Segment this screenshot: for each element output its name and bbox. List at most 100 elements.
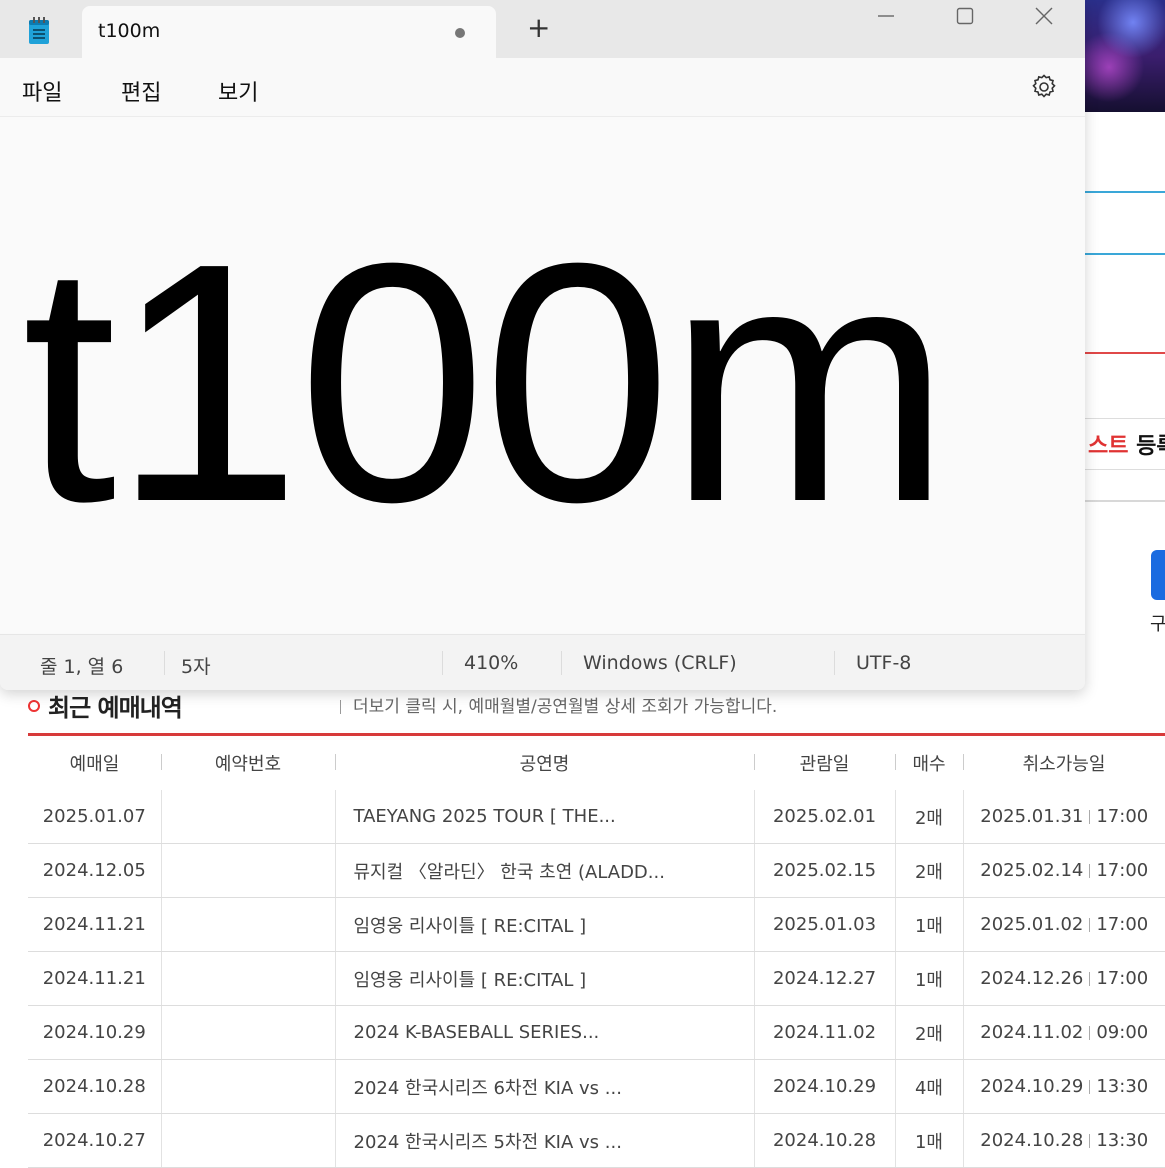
view-date: 2025.02.15 xyxy=(753,843,895,898)
cancel-date: 2025.01.02 xyxy=(980,914,1084,935)
ticket-count: 4매 xyxy=(894,1059,963,1114)
divider xyxy=(1085,352,1165,354)
table-row[interactable]: 2025.01.07 TAEYANG 2025 TOUR [ THE... 20… xyxy=(28,790,1165,844)
register-link-red: 스트 xyxy=(1088,434,1129,459)
settings-gear-icon[interactable] xyxy=(1029,72,1059,102)
blue-button-caption: 구 xyxy=(1150,614,1165,635)
table-row[interactable]: 2024.12.05 뮤지컬 〈알라딘〉 한국 초연 (ALADD... 202… xyxy=(28,843,1165,898)
show-name-link[interactable]: 2024 한국시리즈 6차전 KIA vs ... xyxy=(334,1059,754,1114)
table-row[interactable]: 2024.10.28 2024 한국시리즈 6차전 KIA vs ... 202… xyxy=(28,1059,1165,1114)
maximize-button[interactable] xyxy=(925,0,1005,32)
booked-date: 2024.10.29 xyxy=(28,1005,161,1060)
editor-content[interactable]: t100m xyxy=(22,213,951,553)
table-row[interactable]: 2024.11.21 임영웅 리사이틀 [ RE:CITAL ] 2025.01… xyxy=(28,897,1165,952)
reservation-number[interactable] xyxy=(160,951,335,1006)
show-name-link[interactable]: 임영웅 리사이틀 [ RE:CITAL ] xyxy=(334,897,754,952)
cancel-time: 13:30 xyxy=(1096,1130,1149,1151)
cursor-position[interactable]: 줄 1, 열 6 xyxy=(40,652,123,679)
line-ending[interactable]: Windows (CRLF) xyxy=(583,652,737,674)
booking-history-table: 예매일 예약번호 공연명 관람일 매수 취소가능일 2025.01.07 TAE… xyxy=(28,733,1165,1168)
header-cancel-deadline: 취소가능일 xyxy=(963,734,1165,790)
header-count: 매수 xyxy=(895,734,963,790)
ticket-count: 2매 xyxy=(894,843,963,898)
bullet-icon xyxy=(28,699,40,712)
cancel-deadline: 2025.02.14 17:00 xyxy=(962,843,1165,898)
recent-bookings-heading: 최근 예매내역 xyxy=(28,688,183,723)
status-divider xyxy=(561,651,562,675)
reservation-number[interactable] xyxy=(160,1059,335,1114)
show-name-link[interactable]: 2024 한국시리즈 5차전 KIA vs ... xyxy=(334,1113,754,1168)
notepad-app-icon xyxy=(29,17,49,44)
reservation-number[interactable] xyxy=(160,897,335,952)
minimize-icon xyxy=(878,15,894,17)
view-date: 2025.01.03 xyxy=(753,897,895,952)
separator xyxy=(1089,972,1091,986)
cancel-date: 2025.02.14 xyxy=(980,860,1084,881)
status-divider xyxy=(834,651,835,675)
tab-title: t100m xyxy=(98,20,161,42)
status-divider xyxy=(442,651,443,675)
cancel-time: 09:00 xyxy=(1096,1022,1149,1043)
table-header-row: 예매일 예약번호 공연명 관람일 매수 취소가능일 xyxy=(28,734,1165,790)
blue-action-button[interactable] xyxy=(1151,550,1165,600)
separator xyxy=(1089,1134,1091,1148)
cancel-deadline: 2024.10.29 13:30 xyxy=(962,1059,1165,1114)
zoom-level[interactable]: 410% xyxy=(464,652,518,674)
header-reservation-no: 예약번호 xyxy=(161,734,335,790)
title-bar[interactable]: t100m + xyxy=(0,0,1085,58)
show-name-link[interactable]: 임영웅 리사이틀 [ RE:CITAL ] xyxy=(334,951,754,1006)
text-editor-area[interactable]: t100m xyxy=(0,117,1085,633)
booked-date: 2024.10.27 xyxy=(28,1113,161,1168)
reservation-number[interactable] xyxy=(160,1113,335,1168)
reservation-number[interactable] xyxy=(160,790,335,844)
separator xyxy=(1089,864,1091,878)
ticket-count: 2매 xyxy=(894,790,963,844)
new-tab-button[interactable]: + xyxy=(527,14,550,42)
menu-edit[interactable]: 편집 xyxy=(121,75,161,107)
cancel-date: 2025.01.31 xyxy=(980,806,1084,827)
character-count: 5자 xyxy=(181,656,211,678)
cancel-deadline: 2025.01.31 17:00 xyxy=(962,790,1165,844)
header-view-date: 관람일 xyxy=(754,734,895,790)
table-row[interactable]: 2024.10.29 2024 K-BASEBALL SERIES... 202… xyxy=(28,1005,1165,1060)
ticket-count: 1매 xyxy=(894,951,963,1006)
header-show-name: 공연명 xyxy=(335,734,754,790)
cancel-deadline: 2024.11.02 09:00 xyxy=(962,1005,1165,1060)
concert-banner-image[interactable] xyxy=(1085,0,1165,112)
show-name-link[interactable]: TAEYANG 2025 TOUR [ THE... xyxy=(334,790,754,844)
cancel-date: 2024.11.02 xyxy=(980,1022,1084,1043)
table-row[interactable]: 2024.10.27 2024 한국시리즈 5차전 KIA vs ... 202… xyxy=(28,1113,1165,1168)
booked-date: 2024.11.21 xyxy=(28,897,161,952)
menu-file[interactable]: 파일 xyxy=(22,75,62,107)
cancel-deadline: 2024.12.26 17:00 xyxy=(962,951,1165,1006)
booked-date: 2025.01.07 xyxy=(28,790,161,844)
cancel-time: 17:00 xyxy=(1096,968,1149,989)
section-title: 최근 예매내역 xyxy=(48,694,183,722)
divider xyxy=(1085,500,1165,502)
encoding[interactable]: UTF-8 xyxy=(856,652,911,674)
register-link[interactable]: 스트 등록 xyxy=(1088,428,1165,460)
separator xyxy=(1089,810,1091,824)
separator xyxy=(1089,918,1091,932)
register-link-rest: 등록 xyxy=(1136,434,1165,459)
ticket-count: 1매 xyxy=(894,1113,963,1168)
table-row[interactable]: 2024.11.21 임영웅 리사이틀 [ RE:CITAL ] 2024.12… xyxy=(28,951,1165,1006)
document-tab[interactable]: t100m xyxy=(82,6,496,58)
booked-date: 2024.11.21 xyxy=(28,951,161,1006)
unsaved-indicator-icon[interactable] xyxy=(455,28,465,38)
reservation-number[interactable] xyxy=(160,843,335,898)
view-date: 2024.12.27 xyxy=(753,951,895,1006)
show-name-link[interactable]: 2024 K-BASEBALL SERIES... xyxy=(334,1005,754,1060)
cancel-deadline: 2025.01.02 17:00 xyxy=(962,897,1165,952)
cancel-deadline: 2024.10.28 13:30 xyxy=(962,1113,1165,1168)
reservation-number[interactable] xyxy=(160,1005,335,1060)
menu-view[interactable]: 보기 xyxy=(218,75,258,107)
minimize-button[interactable] xyxy=(846,0,926,32)
show-name-link[interactable]: 뮤지컬 〈알라딘〉 한국 초연 (ALADD... xyxy=(334,843,754,898)
cancel-time: 17:00 xyxy=(1096,860,1149,881)
cancel-time: 17:00 xyxy=(1096,914,1149,935)
close-button[interactable] xyxy=(1004,0,1084,32)
section-note: 더보기 클릭 시, 예매월별/공연월별 상세 조회가 가능합니다. xyxy=(340,692,777,717)
divider xyxy=(1085,191,1165,193)
header-booked-date: 예매일 xyxy=(28,734,161,790)
